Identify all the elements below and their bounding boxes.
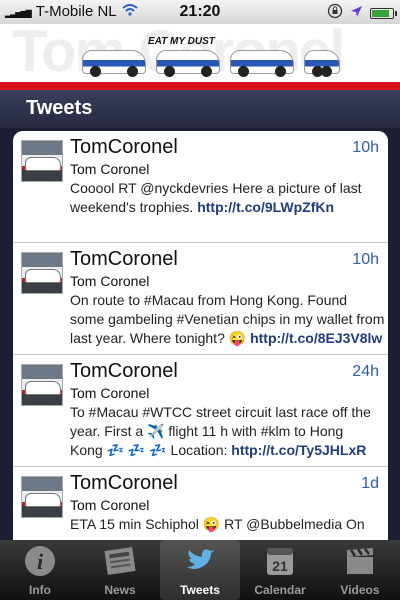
tweet-text-line: On route to #Macau from Hong Kong. Found [70,292,348,308]
race-car-image [304,50,340,77]
avatar [21,140,63,182]
tweet-author-name: TomCoronel [70,136,178,158]
location-arrow-icon [350,5,363,22]
clapperboard-icon [342,545,378,577]
tweet-username: Tom Coronel [70,273,150,289]
tab-label: Videos [340,583,380,597]
banner-logo: EAT MY DUST [148,36,215,47]
tweet-author-name: TomCoronel [70,472,178,494]
tab-info[interactable]: i Info [0,540,80,600]
tweet-time: 10h [352,139,379,156]
banner-accent-bar [0,82,400,90]
tweet-link[interactable]: http://t.co/8EJ3V8lw [250,330,382,346]
race-car-image [82,50,146,77]
tweet-text-line: To #Macau #WTCC street circuit last race… [70,404,371,420]
battery-icon [370,7,397,19]
tweet-text-line: weekend's trophies. [70,199,198,215]
tab-tweets[interactable]: Tweets [160,540,240,600]
race-car-image [230,50,294,77]
tab-label: Tweets [180,583,220,597]
tweet-link[interactable]: http://t.co/Ty5JHLxR [231,442,366,458]
avatar [21,252,63,294]
tweet-username: Tom Coronel [70,497,150,513]
info-icon: i [22,545,58,577]
tweet-link[interactable]: http://t.co/9LWpZfKn [197,199,334,215]
page-title: Tweets [26,97,93,119]
banner-cars [82,50,340,77]
tweet-item[interactable]: TomCoronel 10h Tom Coronel Cooool RT @ny… [13,131,388,243]
tab-label: News [104,583,136,597]
newspaper-icon [102,545,138,577]
tab-label: Info [29,583,51,597]
header-banner: Tom Coronel EAT MY DUST [0,24,400,82]
twitter-bird-icon [182,545,218,577]
tweet-item[interactable]: TomCoronel 1d Tom Coronel ETA 15 min Sch… [13,467,388,540]
tweet-text: Cooool RT @nyckdevries Here a picture of… [70,179,384,217]
tweet-time: 24h [352,363,379,380]
tab-calendar[interactable]: 21 Calendar [240,540,320,600]
tab-news[interactable]: News [80,540,160,600]
tweet-text-line: Cooool RT @nyckdevries Here a picture of… [70,180,362,196]
status-bar: ▂▃▅▆▇ T-Mobile NL 21:20 [0,0,400,24]
tweet-time: 1d [361,475,379,492]
tweet-text-line: some gambeling #Venetian chips in my wal… [70,311,385,327]
tweet-list[interactable]: TomCoronel 10h Tom Coronel Cooool RT @ny… [13,131,388,540]
tweet-text-line: Kong 💤 💤 💤 Location: [70,442,232,458]
svg-text:i: i [37,549,44,574]
tweet-username: Tom Coronel [70,161,150,177]
tweet-text-line: last year. Where tonight? 😜 [70,330,251,346]
tweet-time: 10h [352,251,379,268]
orientation-lock-icon [327,3,343,23]
race-car-image [156,50,220,77]
tweet-item[interactable]: TomCoronel 10h Tom Coronel On route to #… [13,243,388,355]
tab-label: Calendar [254,583,306,597]
navigation-bar: Tweets [0,90,400,128]
tweet-item[interactable]: TomCoronel 24h Tom Coronel To #Macau #WT… [13,355,388,467]
avatar [21,476,63,518]
calendar-icon: 21 [262,545,298,577]
tab-videos[interactable]: Videos [320,540,400,600]
tweet-text: On route to #Macau from Hong Kong. Found… [70,291,384,348]
tweet-text-line: ETA 15 min Schiphol 😜 RT @Bubbelmedia On [70,516,365,532]
avatar [21,364,63,406]
tweet-text-line: year. First a ✈️ flight 11 h with #klm t… [70,423,344,439]
tweet-author-name: TomCoronel [70,360,178,382]
tweet-username: Tom Coronel [70,385,150,401]
calendar-day: 21 [272,558,288,574]
tweet-author-name: TomCoronel [70,248,178,270]
tweet-text: To #Macau #WTCC street circuit last race… [70,403,384,460]
tweet-text: ETA 15 min Schiphol 😜 RT @Bubbelmedia On [70,515,384,534]
tab-bar: i Info News Tweets 21 Calendar Videos [0,540,400,600]
